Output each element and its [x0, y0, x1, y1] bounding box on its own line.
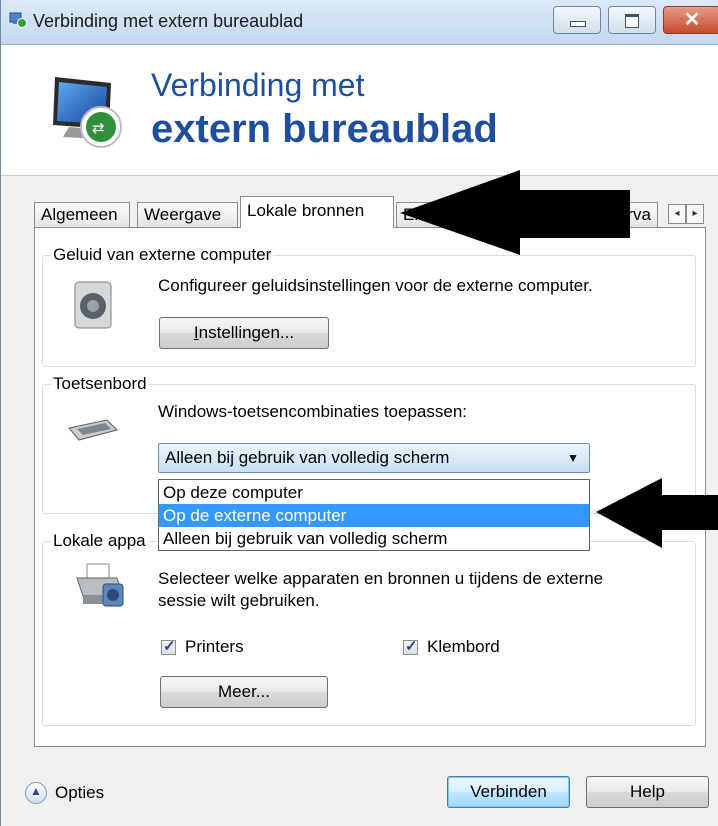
tab-partial-label: rva: [627, 205, 651, 224]
tab-algemeen[interactable]: Algemeen: [34, 202, 130, 227]
audio-description: Configureer geluidsinstellingen voor de …: [158, 276, 593, 295]
dropdown-option-deze-computer[interactable]: Op deze computer: [159, 481, 589, 504]
audio-settings-button[interactable]: Instellingen...: [159, 317, 329, 349]
more-button[interactable]: Meer...: [160, 676, 328, 708]
remote-desktop-window: Verbinding met extern bureaublad ✕ ⇄ Ver…: [0, 0, 718, 826]
banner: ⇄ Verbinding met extern bureaublad: [1, 45, 718, 176]
remote-desktop-icon: ⇄: [53, 77, 122, 148]
group-audio: Geluid van externe computer: [42, 245, 696, 367]
keyboard-icon: [68, 419, 118, 441]
printers-label[interactable]: Printers: [185, 636, 244, 658]
dropdown-option-volledig-scherm[interactable]: Alleen bij gebruik van volledig scherm: [159, 527, 589, 550]
tab-weergave[interactable]: Weergave: [137, 202, 238, 227]
banner-title-line2: extern bureaublad: [151, 107, 498, 151]
title-bar[interactable]: Verbinding met extern bureaublad ✕: [1, 0, 718, 45]
devices-description-line2: sessie wilt gebruiken.: [158, 591, 320, 610]
printers-checkbox[interactable]: ✓: [161, 638, 176, 655]
keyboard-description: Windows-toetsencombinaties toepassen:: [158, 402, 467, 421]
tab-scroll-right-icon[interactable]: ▸: [686, 204, 704, 224]
dropdown-option-externe-computer[interactable]: Op de externe computer: [159, 504, 589, 527]
keyboard-shortcut-dropdown: Op deze computer Op de externe computer …: [158, 479, 590, 551]
group-audio-title: Geluid van externe computer: [51, 245, 274, 265]
close-button[interactable]: ✕: [663, 6, 718, 34]
options-label[interactable]: Opties: [55, 783, 104, 803]
check-icon: ✓: [405, 638, 418, 655]
printer-device-icon: [76, 563, 124, 607]
tab-panel-lokale-bronnen: Geluid van externe computer Configureer …: [34, 227, 706, 747]
speaker-icon: [74, 281, 112, 329]
keyboard-shortcut-select[interactable]: Alleen bij gebruik van volledig scherm ▼: [158, 443, 590, 473]
minimize-icon: [570, 21, 586, 27]
window-title: Verbinding met extern bureaublad: [33, 11, 304, 31]
clipboard-label[interactable]: Klembord: [427, 636, 500, 658]
devices-description-line1: Selecteer welke apparaten en bronnen u t…: [158, 569, 604, 588]
group-devices-title: Lokale appa: [51, 531, 148, 551]
tab-strip: Algemeen Weergave Lokale bronnen Ervarin…: [34, 196, 704, 228]
banner-title-line1: Verbinding met: [151, 67, 365, 103]
tab-scroll-left-icon[interactable]: ◂: [668, 204, 686, 224]
tab-lokale-bronnen[interactable]: Lokale bronnen: [240, 196, 394, 228]
group-keyboard-title: Toetsenbord: [51, 374, 149, 394]
maximize-icon: [625, 14, 639, 28]
audio-settings-label: nstellingen...: [198, 323, 295, 342]
connect-button[interactable]: Verbinden: [447, 776, 570, 808]
clipboard-checkbox[interactable]: ✓: [403, 638, 418, 655]
tab-ervaring[interactable]: Ervaring: [396, 202, 496, 227]
keyboard-shortcut-value: Alleen bij gebruik van volledig scherm: [165, 448, 450, 467]
dropdown-arrow-icon: ▼: [567, 451, 579, 465]
chevron-up-icon: ▲: [30, 784, 42, 798]
maximize-button[interactable]: [608, 6, 656, 34]
options-toggle[interactable]: ▲: [25, 782, 47, 804]
check-icon: ✓: [163, 638, 176, 655]
minimize-button[interactable]: [553, 6, 601, 34]
help-button[interactable]: Help: [586, 776, 709, 808]
svg-text:⇄: ⇄: [92, 119, 105, 137]
tab-geavanceerd[interactable]: rva: [498, 202, 658, 227]
app-icon: [9, 12, 27, 28]
close-icon: ✕: [683, 9, 701, 31]
